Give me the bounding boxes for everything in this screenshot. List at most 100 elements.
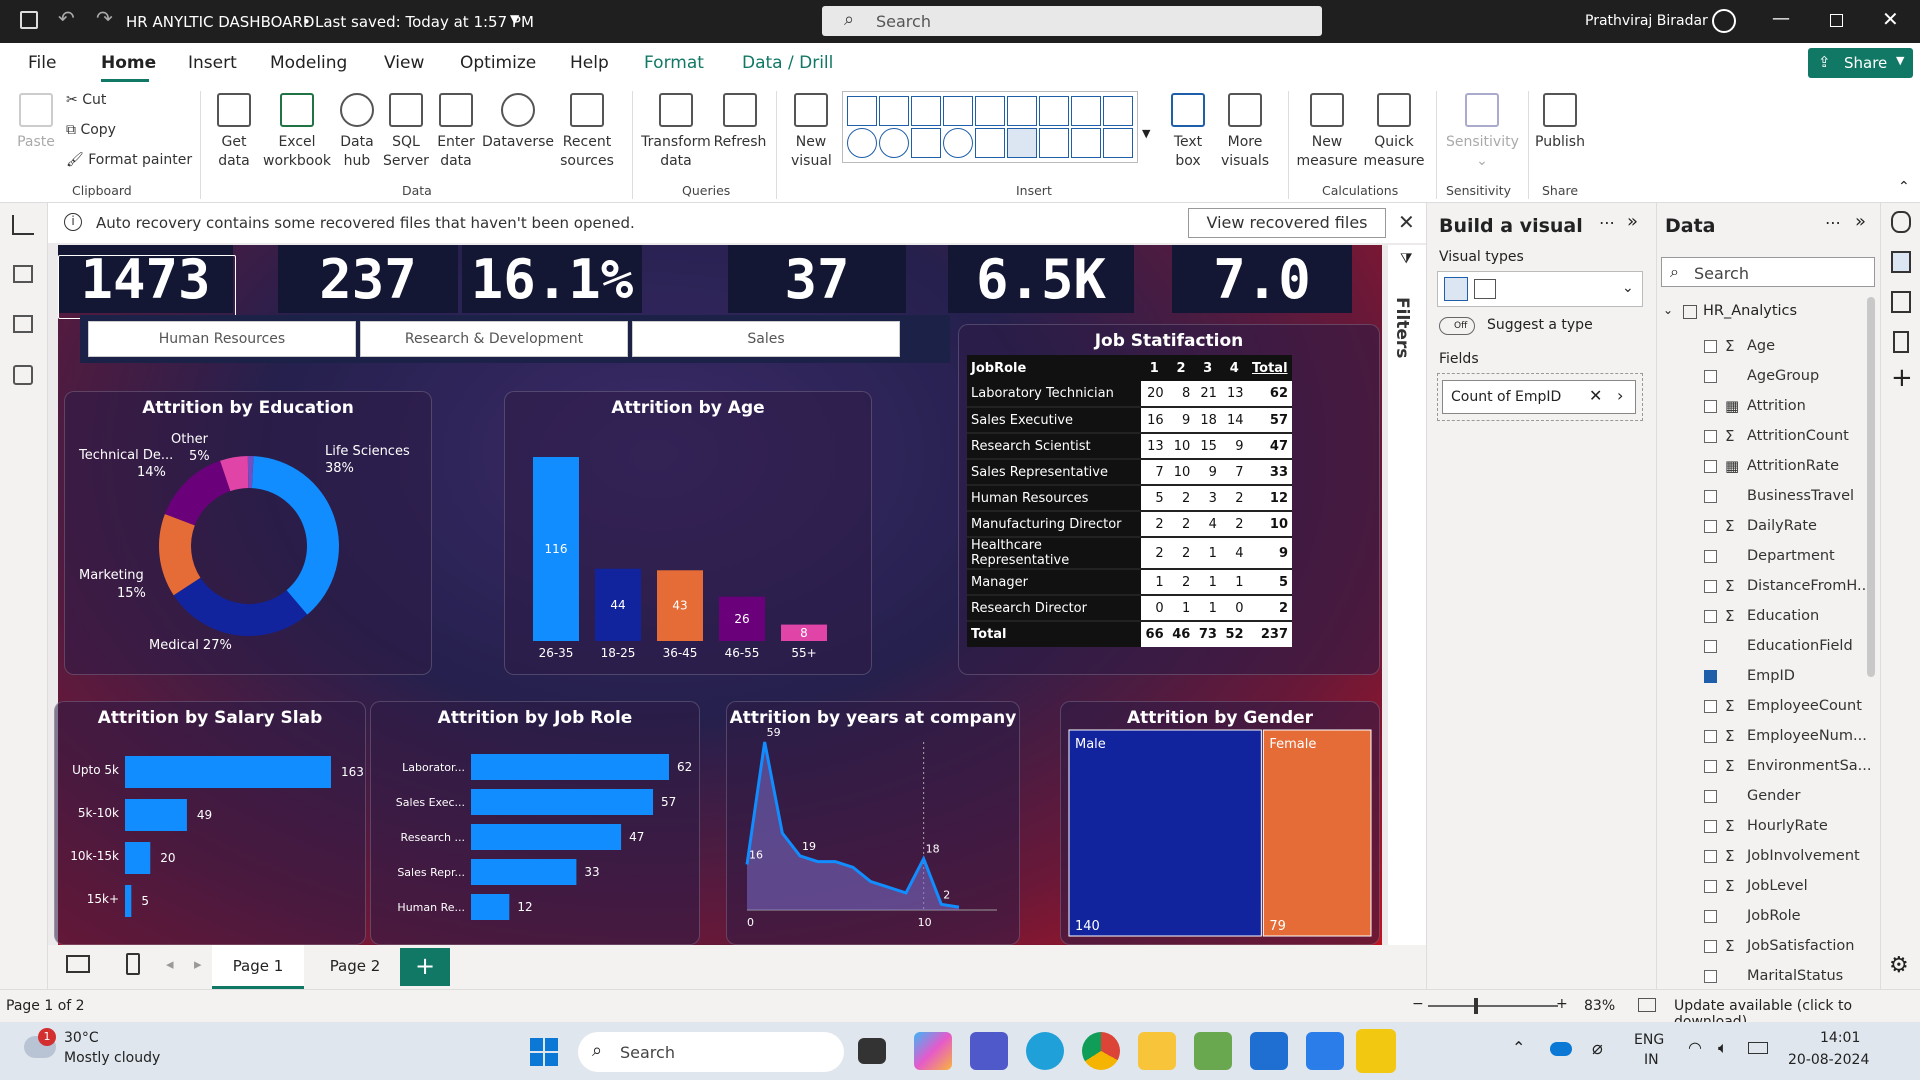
table-name[interactable]: HR_Analytics <box>1703 303 1797 319</box>
field-checkbox[interactable] <box>1704 579 1717 593</box>
table-visual-icon[interactable] <box>1474 279 1496 299</box>
field-item[interactable]: EmpID <box>1657 661 1881 691</box>
kpi-card-avg-salary[interactable]: 6.5K <box>948 245 1134 313</box>
more-options-icon[interactable]: ⋯ <box>1599 213 1615 232</box>
windows-start-icon[interactable] <box>530 1038 558 1066</box>
jobrole-bar[interactable] <box>471 824 622 850</box>
visual-type-selector[interactable]: ⌄ <box>1437 271 1643 307</box>
kpi-card-attrition[interactable]: 237 <box>278 245 458 313</box>
matrix-icon[interactable] <box>1103 128 1133 158</box>
get-data-button[interactable]: Get data <box>208 93 260 171</box>
expand-table-icon[interactable]: ⌄ <box>1663 303 1673 317</box>
field-checkbox[interactable] <box>1704 549 1717 563</box>
line-chart-icon[interactable] <box>1007 96 1037 126</box>
card-visual-icon[interactable] <box>1444 277 1468 301</box>
job-satisfaction-card[interactable]: Job Statifaction JobRole 1 2 3 4 Total L… <box>958 324 1380 675</box>
report-view-icon[interactable] <box>12 215 34 235</box>
desktop-layout-icon[interactable] <box>66 955 90 973</box>
ribbon-chart-icon[interactable] <box>1071 96 1101 126</box>
zoom-handle[interactable] <box>1474 998 1478 1014</box>
field-item[interactable]: Σ JobInvolvement <box>1657 841 1881 871</box>
field-checkbox[interactable] <box>1704 609 1717 623</box>
menu-optimize[interactable]: Optimize <box>460 53 536 73</box>
jobrole-card[interactable]: Attrition by Job Role Laborator... 62 Sale… <box>370 701 700 945</box>
menu-insert[interactable]: Insert <box>188 53 237 73</box>
field-item[interactable]: Σ EmployeeCount <box>1657 691 1881 721</box>
salary-bar[interactable] <box>125 799 187 831</box>
field-checkbox[interactable] <box>1704 909 1717 923</box>
matrix-header-2[interactable]: 2 <box>1168 355 1195 381</box>
menu-file[interactable]: File <box>28 53 56 73</box>
taskbar-search[interactable]: ⌕ Search <box>578 1032 844 1072</box>
settings-icon[interactable]: ⚙ <box>1889 953 1909 978</box>
field-checkbox[interactable] <box>1704 399 1717 413</box>
slicer-research-development[interactable]: Research & Development <box>360 321 628 357</box>
salary-card[interactable]: Attrition by Salary Slab Upto 5k 163 5k-10… <box>54 701 366 945</box>
save-icon[interactable] <box>20 11 38 29</box>
new-measure-button[interactable]: New measure <box>1294 93 1360 171</box>
teams-icon[interactable] <box>970 1032 1008 1070</box>
matrix-header-jobrole[interactable]: JobRole <box>967 355 1141 381</box>
field-checkbox[interactable] <box>1704 969 1717 983</box>
table-row[interactable]: Research Scientist 13 10 15 9 47 <box>967 433 1292 460</box>
donut-slice[interactable] <box>164 460 231 526</box>
minimize-icon[interactable]: — <box>1772 8 1790 29</box>
kpi-card-attrition-rate[interactable]: 16.1% <box>462 245 642 313</box>
task-view-icon[interactable] <box>858 1038 886 1064</box>
sql-server-button[interactable]: SQL Server <box>382 93 430 171</box>
menu-modeling[interactable]: Modeling <box>270 53 347 73</box>
more-options-icon[interactable]: ⋯ <box>1825 213 1841 232</box>
add-pane-icon[interactable]: + <box>1891 363 1913 393</box>
matrix-header-4[interactable]: 4 <box>1221 355 1248 381</box>
clock-date[interactable]: 20-08-2024 <box>1788 1052 1869 1068</box>
years-area[interactable] <box>747 742 959 910</box>
last-saved[interactable]: Last saved: Today at 1:57 PM <box>315 13 534 31</box>
expand-field-icon[interactable]: › <box>1617 386 1623 405</box>
gender-tile[interactable] <box>1068 729 1262 937</box>
power-bi-icon[interactable] <box>1356 1029 1396 1073</box>
zoom-slider[interactable] <box>1428 1005 1558 1007</box>
field-item[interactable]: Σ JobLevel <box>1657 871 1881 901</box>
format-painter-button[interactable]: 🖌 Format painter <box>66 151 192 170</box>
stacked-column-icon[interactable] <box>975 96 1005 126</box>
field-checkbox[interactable] <box>1704 489 1717 503</box>
bookmark-icon[interactable] <box>1893 331 1909 353</box>
network-off-icon[interactable]: ⌀ <box>1592 1038 1603 1059</box>
menu-format[interactable]: Format <box>644 53 704 73</box>
close-icon[interactable]: ✕ <box>1398 210 1415 234</box>
field-checkbox[interactable] <box>1704 519 1717 533</box>
cut-button[interactable]: ✂ Cut <box>66 91 106 110</box>
data-hub-button[interactable]: Data hub <box>336 93 378 171</box>
field-item[interactable]: Department <box>1657 541 1881 571</box>
field-item[interactable]: EducationField <box>1657 631 1881 661</box>
gallery-expand-icon[interactable]: ▼ <box>1142 127 1150 140</box>
table-row[interactable]: Research Director 0 1 1 0 2 <box>967 595 1292 622</box>
jobrole-bar[interactable] <box>471 754 669 780</box>
field-checkbox[interactable] <box>1704 879 1717 893</box>
education-card[interactable]: Attrition by Education Life Sciences 38%… <box>64 391 432 675</box>
field-checkbox[interactable] <box>1704 789 1717 803</box>
jobrole-bar[interactable] <box>471 789 654 815</box>
field-item[interactable]: Σ EmployeeNum... <box>1657 721 1881 751</box>
donut-chart-icon[interactable] <box>879 128 909 158</box>
build-visual-icon[interactable] <box>1891 251 1911 273</box>
table-row[interactable]: Human Resources 5 2 3 2 12 <box>967 485 1292 512</box>
search-box[interactable]: ⌕ Search <box>822 6 1322 36</box>
data-pane-icon[interactable] <box>1891 211 1911 233</box>
wifi-icon[interactable]: ◠ <box>1688 1038 1702 1057</box>
column-chart-icon[interactable] <box>879 96 909 126</box>
field-item[interactable]: MaritalStatus <box>1657 961 1881 989</box>
model-view-icon[interactable] <box>13 315 33 333</box>
area-chart-icon[interactable] <box>1039 96 1069 126</box>
file-explorer-icon[interactable] <box>1138 1032 1176 1070</box>
kpi-card-avg-years[interactable]: 7.0 <box>1172 245 1352 313</box>
copy-button[interactable]: ⧉ Copy <box>66 121 116 140</box>
menu-view[interactable]: View <box>384 53 424 73</box>
field-item[interactable]: JobRole <box>1657 901 1881 931</box>
prev-page-icon[interactable]: ◂ <box>166 955 174 973</box>
field-checkbox[interactable] <box>1704 699 1717 713</box>
waterfall-icon[interactable] <box>1103 96 1133 126</box>
gender-card[interactable]: Attrition by Gender Male 140 Female 79 <box>1060 701 1380 945</box>
slicer-sales[interactable]: Sales <box>632 321 900 357</box>
field-checkbox[interactable] <box>1704 819 1717 833</box>
